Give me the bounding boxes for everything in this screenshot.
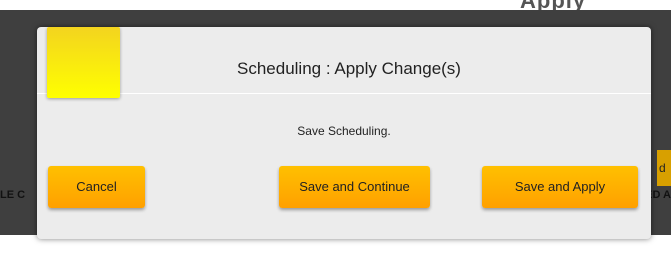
save-and-continue-button[interactable]: Save and Continue bbox=[279, 166, 430, 208]
background-left-label: LE C bbox=[0, 189, 26, 201]
apply-changes-dialog: Scheduling : Apply Change(s) Save Schedu… bbox=[37, 27, 651, 239]
dialog-header: Scheduling : Apply Change(s) bbox=[37, 27, 651, 98]
background-side-button: d bbox=[657, 150, 671, 186]
background-bottom-strip bbox=[0, 235, 671, 268]
cancel-button[interactable]: Cancel bbox=[48, 166, 145, 208]
background-top-strip: Apply bbox=[0, 0, 671, 10]
dialog-message: Save Scheduling. bbox=[297, 124, 391, 138]
background-top-text: Apply bbox=[0, 0, 671, 10]
dialog-title: Scheduling : Apply Change(s) bbox=[237, 59, 461, 78]
save-and-apply-button[interactable]: Save and Apply bbox=[482, 166, 638, 208]
